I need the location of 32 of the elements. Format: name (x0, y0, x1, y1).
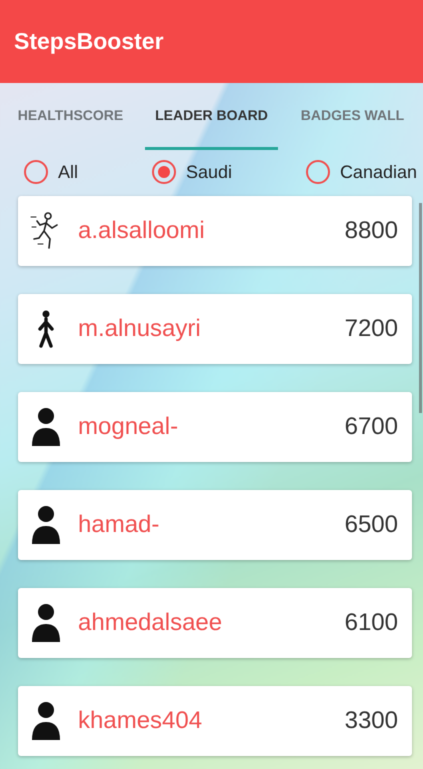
leaderboard-card[interactable]: m.alnusayri 7200 (18, 294, 412, 364)
person-icon (30, 603, 62, 643)
step-count: 6100 (344, 609, 398, 637)
user-name: m.alnusayri (78, 315, 202, 343)
step-count: 8800 (344, 217, 398, 245)
person-icon (30, 701, 62, 741)
leaderboard-card[interactable]: hamad- 6500 (18, 490, 412, 560)
user-name: mogneal- (78, 413, 180, 441)
user-name: khames404 (78, 707, 204, 735)
radio-button[interactable] (152, 160, 176, 184)
step-count: 6500 (344, 511, 398, 539)
step-count: 3300 (344, 707, 398, 735)
person-icon (30, 505, 62, 545)
tab[interactable]: HEALTHSCORE (4, 83, 137, 150)
leaderboard-card[interactable]: a.alsalloomi 8800 (18, 196, 412, 266)
step-count: 7200 (344, 315, 398, 343)
app-title: StepsBooster (14, 28, 164, 55)
user-name: ahmedalsaee (78, 609, 224, 637)
radio-label[interactable]: All (58, 162, 78, 182)
tab[interactable]: LEADER BOARD (145, 83, 278, 150)
tab[interactable]: BADGES WALL (286, 83, 419, 150)
radio-label[interactable]: Canadian (340, 162, 417, 182)
leaderboard-card[interactable]: ahmedalsaee 6100 (18, 588, 412, 658)
person-icon (30, 407, 62, 447)
user-name: hamad- (78, 511, 160, 539)
leaderboard-card[interactable]: mogneal- 6700 (18, 392, 412, 462)
radio-button[interactable] (24, 160, 48, 184)
leaderboard-card[interactable]: khames404 3300 (18, 686, 412, 756)
user-name: a.alsalloomi (78, 217, 206, 245)
radio-button[interactable] (306, 160, 330, 184)
radio-label[interactable]: Saudi (186, 162, 232, 182)
step-count: 6700 (344, 413, 398, 441)
